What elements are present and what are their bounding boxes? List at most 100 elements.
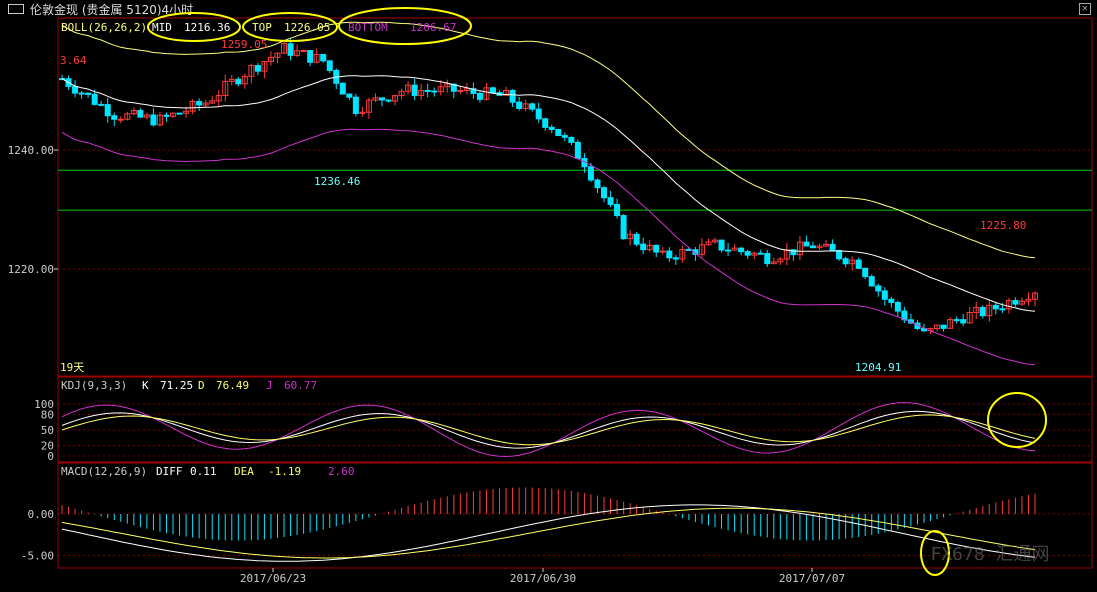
candle-body: [614, 203, 621, 217]
candle-body: [718, 239, 725, 251]
candle-body: [91, 93, 98, 105]
j-label: J: [266, 379, 273, 392]
candle-body: [431, 90, 438, 93]
candle-body: [574, 141, 581, 159]
bottom-value: 1206.67: [410, 21, 456, 34]
candle-body: [960, 319, 967, 324]
macd-diff-line: [61, 504, 1036, 562]
candle-body: [764, 253, 771, 265]
candle-body: [842, 258, 849, 265]
k-label: K: [142, 379, 149, 392]
candle-body: [254, 65, 261, 72]
candle-body: [855, 259, 862, 269]
candle-body: [352, 96, 359, 114]
candle-body: [738, 247, 745, 253]
candle-body: [163, 114, 170, 117]
price-tick-label: 1240.00: [8, 144, 54, 157]
candle-body: [307, 49, 314, 63]
candle-body: [516, 101, 523, 109]
price-tick-label: 1220.00: [8, 263, 54, 276]
candle-body: [803, 241, 810, 247]
candle-body: [535, 108, 542, 120]
candle-body: [104, 104, 111, 117]
candle-body: [725, 249, 732, 252]
candle-body: [561, 135, 568, 138]
chart-canvas: 1240.00 1220.00 BOLL(26,26,2) MID 1216.36 TOP…: [8, 7, 1093, 585]
candle-body: [411, 84, 418, 96]
kdj-indicator-label: KDJ(9,3,3): [61, 379, 127, 392]
candle-body: [300, 49, 307, 52]
boll-indicator-label: BOLL(26,26,2): [61, 21, 147, 34]
candle-body: [587, 166, 594, 181]
d-label: D: [198, 379, 205, 392]
candle-body: [176, 112, 183, 115]
boll-lower-line: [61, 128, 1036, 366]
candle-body: [320, 53, 327, 62]
candle-body: [555, 128, 562, 137]
candle-body: [659, 250, 666, 253]
candle-body: [757, 252, 764, 255]
diff-value: 0.11: [190, 465, 217, 478]
kdj-tick-label: 50: [41, 424, 54, 437]
boll-mid-line: [61, 75, 1036, 312]
candle-body: [196, 101, 203, 106]
price-annotation-left: 3.64: [60, 54, 87, 67]
candle-body: [548, 126, 555, 130]
candle-body: [385, 99, 392, 102]
days-label: 19天: [60, 361, 84, 374]
candle-body: [339, 82, 346, 95]
candle-body: [378, 97, 385, 101]
candle-body: [881, 290, 888, 300]
main-panel-frame: [57, 17, 1093, 377]
macd-value: 2.60: [328, 465, 355, 478]
candle-body: [326, 60, 333, 71]
candle-body: [235, 78, 242, 85]
candle-body: [529, 103, 536, 110]
candle-body: [489, 87, 496, 94]
candle-body: [542, 118, 549, 128]
macd-indicator-label: MACD(12,26,9): [61, 465, 147, 478]
x-axis-date-label: 2017/06/30: [510, 572, 576, 585]
mid-value: 1216.36: [184, 21, 230, 34]
d-value: 76.49: [216, 379, 249, 392]
j-value: 60.77: [284, 379, 317, 392]
candle-body: [150, 114, 157, 126]
kdj-tick-label: 0: [47, 450, 54, 463]
candle-body: [809, 245, 816, 249]
candle-body: [424, 90, 431, 93]
candle-body: [992, 304, 999, 310]
candle-body: [829, 243, 836, 251]
candle-body: [85, 92, 92, 95]
candle-body: [633, 233, 640, 245]
macd-tick-label: 0.00: [28, 508, 55, 521]
candle-body: [78, 92, 85, 95]
macd-tick-label: -5.00: [21, 550, 54, 563]
kdj-panel-frame: [57, 376, 1093, 463]
macd-dea-line: [61, 507, 1036, 559]
candle-body: [568, 136, 575, 143]
candle-body: [894, 301, 901, 312]
candle-body: [594, 179, 601, 189]
high-price-annotation: 1259.05: [221, 38, 267, 51]
candle-body: [999, 308, 1006, 311]
top-label: TOP: [252, 21, 272, 34]
k-value: 71.25: [160, 379, 193, 392]
boll-upper-line: [61, 21, 1036, 259]
candle-body: [888, 298, 895, 303]
candle-body: [346, 93, 353, 98]
candle-body: [875, 285, 882, 292]
candle-body: [117, 118, 124, 121]
candle-body: [476, 92, 483, 100]
x-axis-date-label: 2017/06/23: [240, 572, 306, 585]
candle-body: [836, 249, 843, 260]
candle-body: [868, 276, 875, 287]
candle-body: [940, 324, 947, 329]
candle-body: [653, 244, 660, 253]
candle-body: [620, 215, 627, 240]
candle-body: [98, 103, 105, 106]
candle-body: [72, 85, 79, 94]
candle-body: [666, 250, 673, 259]
top-value: 1226.05: [284, 21, 330, 34]
dea-value: -1.19: [268, 465, 301, 478]
mid-label: MID: [152, 21, 172, 34]
